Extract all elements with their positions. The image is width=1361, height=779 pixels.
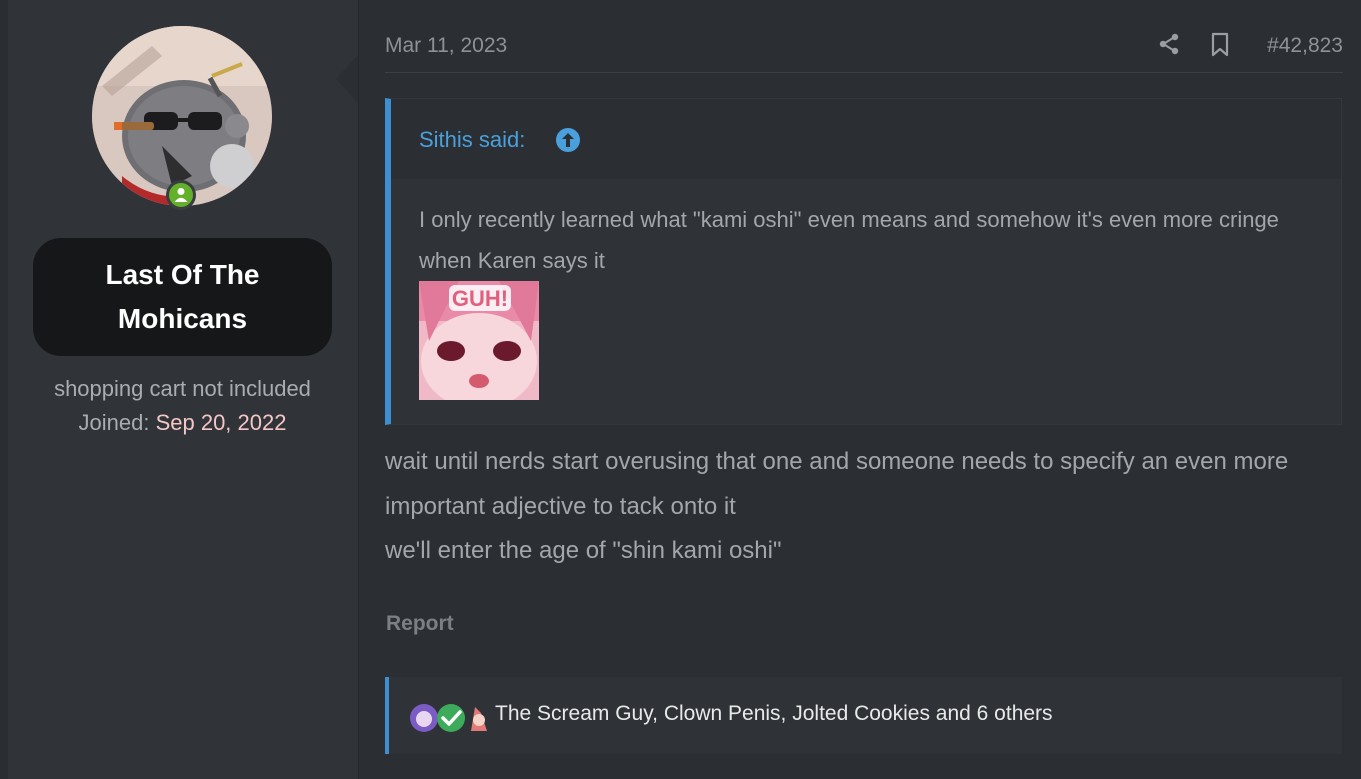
- post-message: wait until nerds start overusing that on…: [385, 440, 1345, 574]
- joined-label: Joined:: [78, 410, 150, 435]
- user-title: shopping cart not included: [54, 376, 311, 401]
- online-status-badge: [166, 180, 196, 210]
- user-sidebar: Last Of The Mohicans shopping cart not i…: [0, 0, 359, 779]
- post-date[interactable]: Mar 11, 2023: [385, 34, 507, 58]
- reactions-bar[interactable]: The Scream Guy, Clown Penis, Jolted Cook…: [385, 677, 1342, 754]
- quote-text: I only recently learned what "kami oshi"…: [419, 207, 1279, 273]
- user-icon: [174, 188, 188, 202]
- report-link[interactable]: Report: [386, 612, 454, 636]
- message-line: we'll enter the age of "shin kami oshi": [385, 537, 782, 564]
- post-number[interactable]: #42,823: [1267, 34, 1343, 58]
- reaction-icons[interactable]: [409, 703, 493, 733]
- quoted-emote-image[interactable]: GUH!: [419, 281, 539, 400]
- quote-author-link[interactable]: Sithis said:: [419, 127, 525, 153]
- check-icon: [437, 704, 465, 732]
- joined-info: Joined: Sep 20, 2022: [0, 410, 365, 436]
- share-icon[interactable]: [1157, 32, 1181, 56]
- username-box[interactable]: Last Of The Mohicans: [33, 238, 332, 356]
- user-avatar[interactable]: [92, 26, 272, 206]
- message-pointer: [336, 55, 358, 103]
- quote-header: Sithis said:: [391, 99, 1341, 179]
- username[interactable]: Last Of The Mohicans: [73, 253, 293, 341]
- arrow-up-circle-icon[interactable]: [555, 127, 581, 153]
- bookmark-icon[interactable]: [1209, 32, 1231, 58]
- reactions-summary[interactable]: The Scream Guy, Clown Penis, Jolted Cook…: [495, 702, 1053, 726]
- message-line: wait until nerds start overusing that on…: [385, 448, 1289, 520]
- joined-date: Sep 20, 2022: [155, 410, 287, 435]
- emote-caption: GUH!: [452, 286, 508, 311]
- post-header: Mar 11, 2023 #42,823: [385, 26, 1343, 73]
- quote-block: Sithis said: I only recently learned wha…: [385, 98, 1342, 425]
